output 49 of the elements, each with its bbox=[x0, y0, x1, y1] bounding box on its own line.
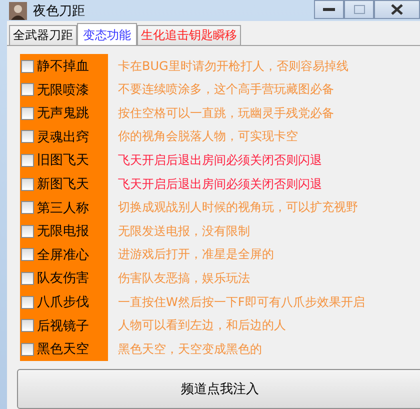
feature-label: 第三人称 bbox=[37, 200, 89, 217]
feature-description: 伤害队友恶搞，娱乐玩法 bbox=[117, 270, 250, 287]
checkbox[interactable] bbox=[21, 60, 34, 73]
window-title: 夜色刀距 bbox=[33, 2, 86, 20]
feature-label: 黑色天空 bbox=[37, 341, 89, 358]
checkbox[interactable] bbox=[21, 296, 34, 309]
tab[interactable]: 全武器刀距 bbox=[9, 25, 77, 46]
checkbox[interactable] bbox=[21, 130, 34, 144]
feature-description: 一直按住W然后按一下F即可有八爪步效果开启 bbox=[117, 294, 365, 311]
feature-label: 无限电报 bbox=[37, 223, 89, 240]
minimize-icon bbox=[323, 8, 335, 12]
feature-label: 后视镜子 bbox=[37, 318, 89, 335]
checkbox[interactable] bbox=[21, 154, 34, 167]
feature-description: 人物可以看到左边，和后边的人 bbox=[117, 317, 286, 334]
feature-description: 飞天开启后退出房间必须关闭否则闪退 bbox=[117, 176, 322, 193]
checkbox[interactable] bbox=[21, 178, 34, 191]
checkbox[interactable] bbox=[21, 201, 34, 214]
feature-label: 静不掉血 bbox=[37, 58, 89, 76]
checkbox[interactable] bbox=[21, 248, 34, 262]
feature-label: 全屏准心 bbox=[37, 246, 89, 264]
feature-label: 无限喷漆 bbox=[37, 82, 89, 99]
feature-label: 八爪步伐 bbox=[37, 294, 89, 312]
close-icon bbox=[391, 4, 403, 15]
feature-label: 无声鬼跳 bbox=[37, 105, 89, 122]
feature-description: 切换成观战别人时候的视角玩，可以扩充视野 bbox=[117, 199, 358, 216]
app-icon bbox=[9, 2, 27, 20]
checkbox[interactable] bbox=[21, 272, 34, 285]
checkbox[interactable] bbox=[21, 319, 34, 332]
maximize-icon bbox=[354, 5, 364, 14]
feature-label: 队友伤害 bbox=[37, 270, 89, 288]
close-button[interactable] bbox=[374, 0, 420, 19]
feature-description: 你的视角会脱落人物，可实现卡空 bbox=[117, 128, 298, 146]
tab[interactable]: 变态功能 bbox=[77, 23, 137, 46]
checkbox[interactable] bbox=[21, 83, 34, 96]
minimize-button[interactable] bbox=[314, 0, 344, 19]
feature-description: 飞天开启后退出房间必须关闭否则闪退 bbox=[117, 152, 322, 169]
feature-label: 灵魂出窍 bbox=[37, 128, 89, 146]
feature-description: 无限发送电报，没有限制 bbox=[117, 222, 250, 240]
feature-description: 卡在BUG里时请勿开枪打人，否则容易掉线 bbox=[117, 58, 348, 75]
feature-label: 新图飞天 bbox=[37, 176, 89, 194]
feature-description: 进游戏后打开，准星是全屏的 bbox=[117, 246, 274, 264]
checkbox[interactable] bbox=[21, 224, 34, 238]
feature-description: 不要连续喷涂多，这个高手营玩藏图必备 bbox=[117, 81, 334, 98]
feature-label: 旧图飞天 bbox=[37, 152, 89, 170]
feature-description: 黑色天空，天空变成黑色的 bbox=[117, 340, 262, 358]
checkbox[interactable] bbox=[21, 106, 34, 120]
checkbox[interactable] bbox=[21, 342, 34, 356]
inject-button[interactable]: 频道点我注入 bbox=[17, 369, 420, 409]
feature-description: 按住空格可以一直跳，玩幽灵手残党必备 bbox=[117, 104, 334, 122]
